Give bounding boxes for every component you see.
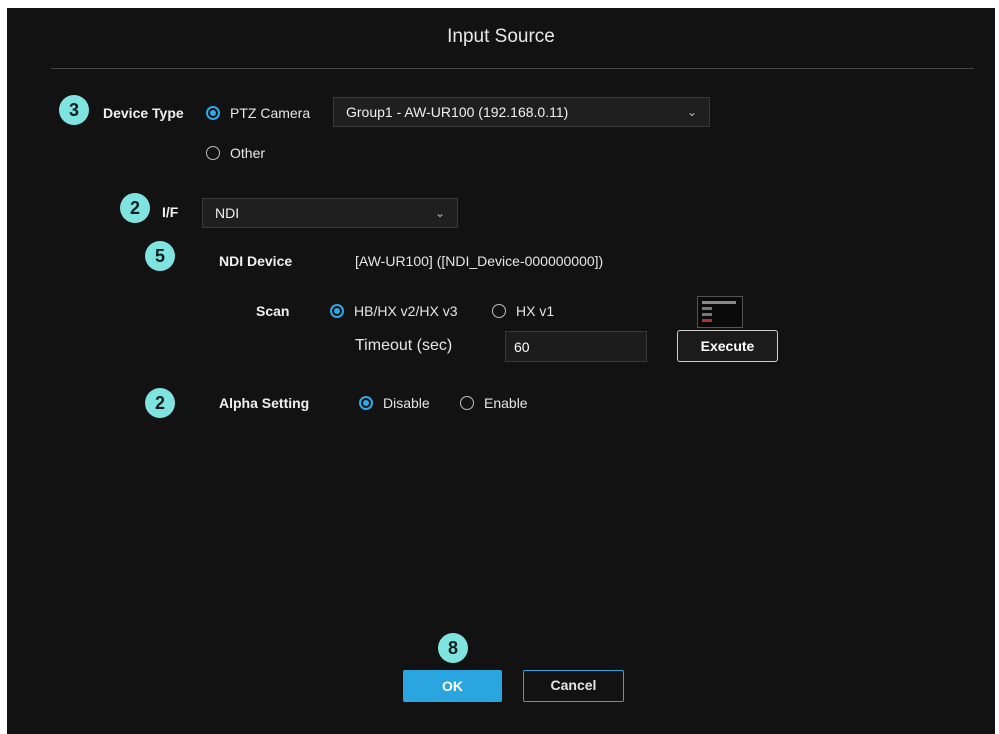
timeout-label: Timeout (sec)	[355, 337, 453, 354]
ndi-device-label: NDI Device	[219, 253, 293, 269]
interface-select-value: NDI	[215, 205, 240, 221]
radio-alpha-disable-indicator	[359, 396, 373, 410]
interface-label: I/F	[162, 204, 179, 220]
step-badge-device-type: 3	[59, 95, 89, 125]
radio-ptz-camera-indicator	[206, 106, 220, 120]
chevron-down-icon: ⌄	[434, 206, 445, 220]
radio-alpha-enable-label: Enable	[484, 395, 528, 411]
timeout-input[interactable]: 60	[505, 331, 647, 362]
radio-scan-hb-indicator	[330, 304, 344, 318]
thumb-line	[702, 301, 736, 304]
radio-alpha-disable-label: Disable	[383, 395, 430, 411]
interface-select[interactable]: NDI ⌄	[202, 198, 458, 228]
scan-label: Scan	[256, 303, 290, 319]
radio-scan-hb[interactable]: HB/HX v2/HX v3	[330, 303, 457, 319]
radio-alpha-disable[interactable]: Disable	[359, 395, 430, 411]
alpha-setting-label: Alpha Setting	[219, 395, 310, 411]
execute-button[interactable]: Execute	[677, 330, 778, 362]
radio-scan-hxv1-indicator	[492, 304, 506, 318]
cancel-button[interactable]: Cancel	[523, 670, 624, 702]
radio-ptz-camera-label: PTZ Camera	[230, 105, 311, 121]
radio-other-label: Other	[230, 145, 266, 161]
title-divider	[51, 68, 974, 69]
dialog-title: Input Source	[447, 26, 555, 47]
ndi-device-value: [AW-UR100] ([NDI_Device-000000000])	[355, 253, 604, 269]
camera-select[interactable]: Group1 - AW-UR100 (192.168.0.11) ⌄	[333, 97, 710, 127]
radio-other[interactable]: Other	[206, 145, 265, 161]
radio-other-indicator	[206, 146, 220, 160]
radio-alpha-enable[interactable]: Enable	[460, 395, 528, 411]
thumb-line	[702, 313, 712, 316]
scan-preview-thumbnail	[697, 296, 743, 328]
step-badge-ndi-device: 5	[145, 241, 175, 271]
radio-scan-hxv1[interactable]: HX v1	[492, 303, 554, 319]
radio-scan-hb-label: HB/HX v2/HX v3	[354, 303, 458, 319]
step-badge-ok: 8	[438, 633, 468, 663]
thumb-line	[702, 319, 712, 322]
ok-button[interactable]: OK	[403, 670, 502, 702]
radio-scan-hxv1-label: HX v1	[516, 303, 555, 319]
camera-select-value: Group1 - AW-UR100 (192.168.0.11)	[346, 104, 569, 120]
radio-ptz-camera[interactable]: PTZ Camera	[206, 105, 310, 121]
radio-alpha-enable-indicator	[460, 396, 474, 410]
chevron-down-icon: ⌄	[686, 105, 697, 119]
step-badge-alpha: 2	[145, 388, 175, 418]
device-type-label: Device Type	[103, 105, 184, 121]
step-badge-interface: 2	[120, 193, 150, 223]
thumb-line	[702, 307, 712, 310]
